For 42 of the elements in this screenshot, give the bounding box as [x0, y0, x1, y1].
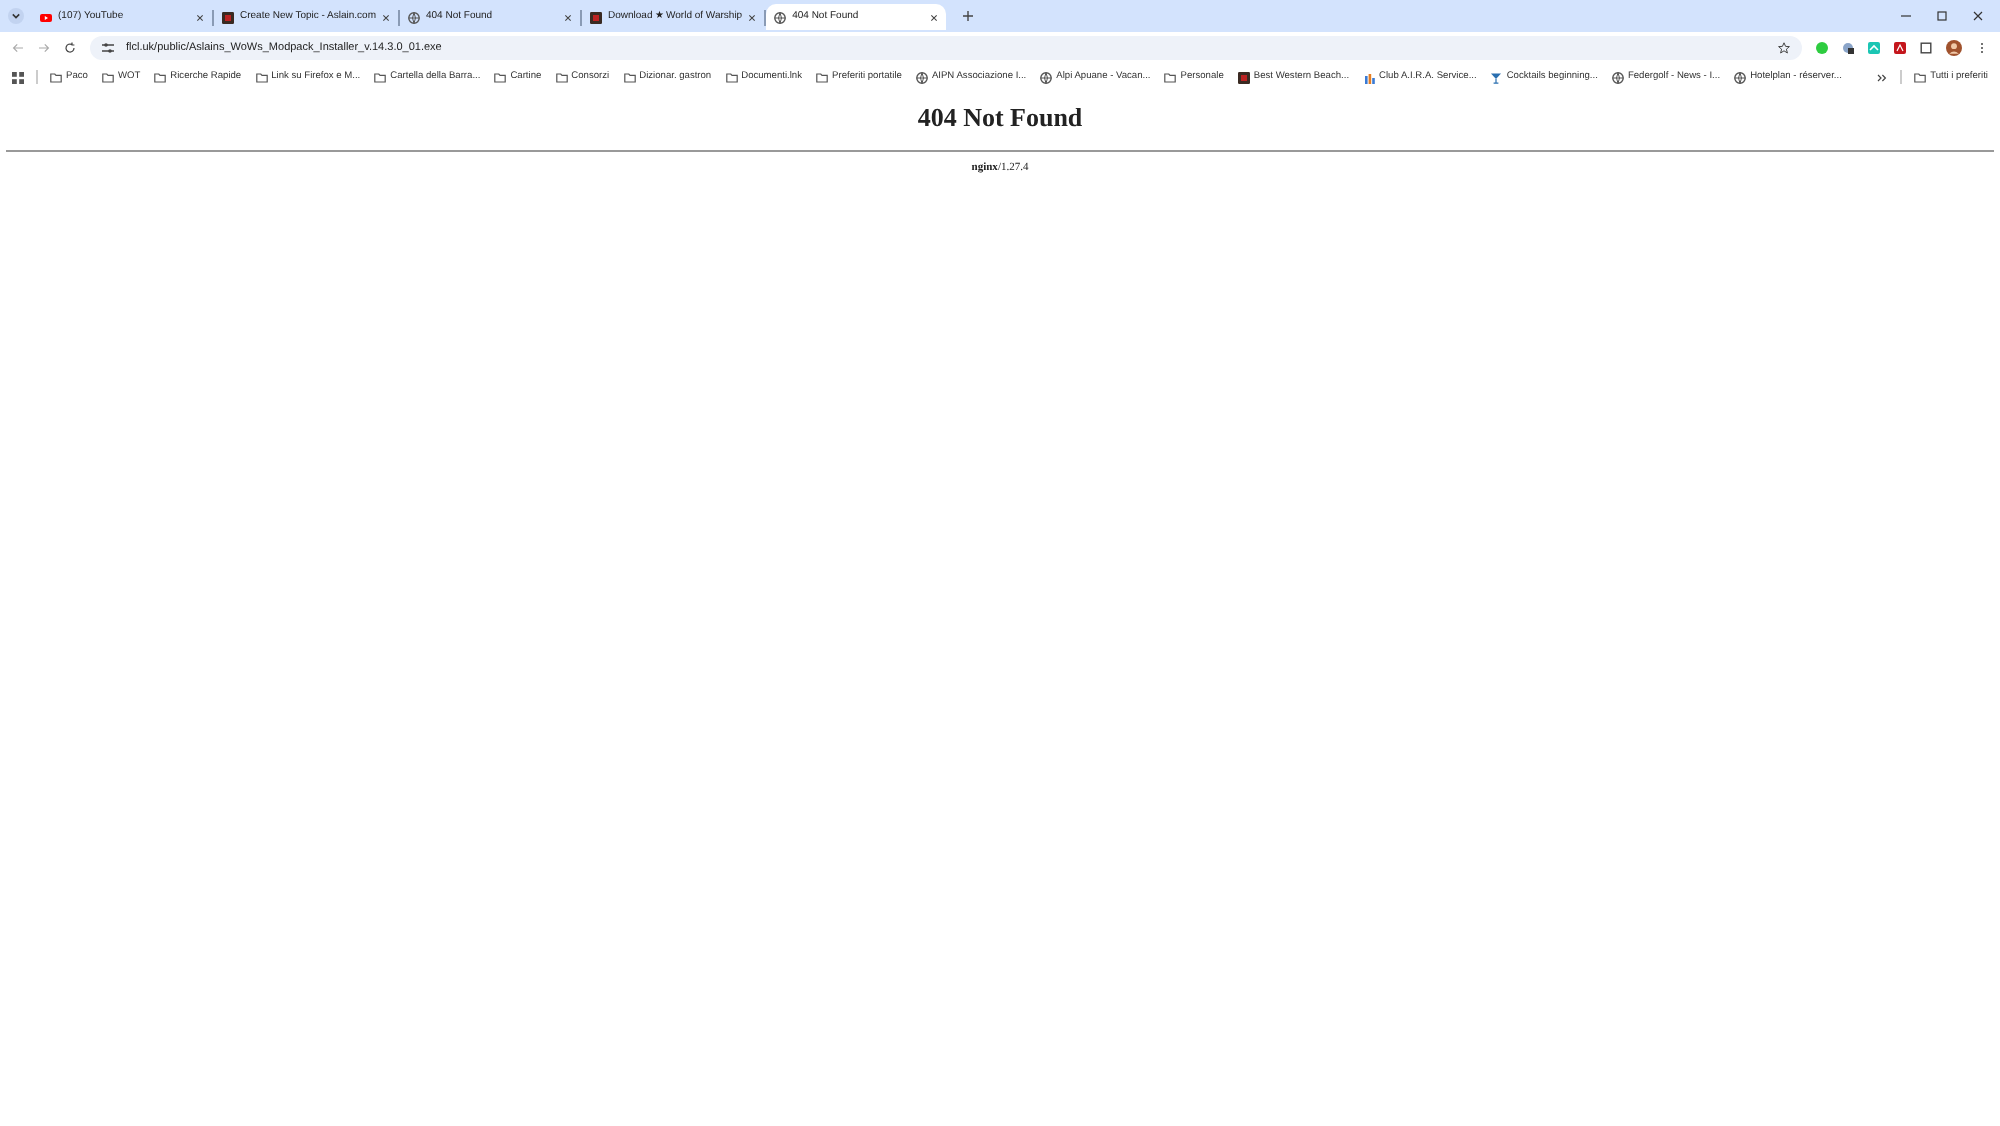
minimize-icon[interactable] — [1900, 10, 1912, 22]
close-tab-icon[interactable] — [564, 13, 572, 21]
globe-icon — [1611, 71, 1624, 83]
close-tab-icon[interactable] — [196, 13, 204, 21]
site-logo-icon — [222, 11, 234, 23]
cocktail-glass-icon — [1490, 71, 1503, 83]
site-logo-icon — [590, 11, 602, 23]
folder-icon — [623, 71, 636, 83]
page-heading: 404 Not Found — [915, 102, 1085, 134]
folder-icon — [1164, 71, 1177, 83]
site-info-icon[interactable] — [102, 42, 114, 54]
folder-icon — [494, 71, 507, 83]
close-icon[interactable] — [1972, 10, 1984, 22]
chevron-icon[interactable] — [1876, 71, 1889, 83]
folder-icon — [555, 71, 568, 83]
restore-icon[interactable] — [1936, 10, 1948, 22]
reload-icon[interactable] — [64, 42, 76, 54]
folder-icon — [816, 71, 829, 83]
pdf-extension-icon[interactable] — [1894, 42, 1906, 54]
globe-icon — [1734, 71, 1747, 83]
video-play-icon — [40, 11, 52, 23]
close-tab-icon[interactable] — [382, 13, 390, 21]
globe-icon — [408, 11, 420, 23]
globe-icon — [1040, 71, 1053, 83]
folder-icon — [50, 71, 62, 83]
new-tab-icon[interactable] — [962, 10, 975, 22]
globe-icon — [774, 11, 787, 23]
folder-icon — [101, 71, 114, 83]
apps-grid-icon[interactable] — [12, 71, 24, 83]
site-logo-icon — [1237, 71, 1250, 83]
close-tab-icon[interactable] — [748, 13, 757, 21]
folder-icon — [154, 71, 167, 83]
close-tab-icon[interactable] — [930, 13, 939, 21]
star-icon[interactable] — [1778, 42, 1790, 54]
folder-icon — [255, 71, 268, 83]
folder-icon — [1914, 71, 1927, 83]
folder-icon — [725, 71, 738, 83]
globe-icon — [915, 71, 928, 83]
folder-icon — [374, 71, 387, 83]
profile-avatar-icon[interactable] — [1946, 40, 1962, 56]
bar-chart-icon — [1363, 71, 1376, 83]
extension-icon[interactable] — [1842, 42, 1854, 54]
